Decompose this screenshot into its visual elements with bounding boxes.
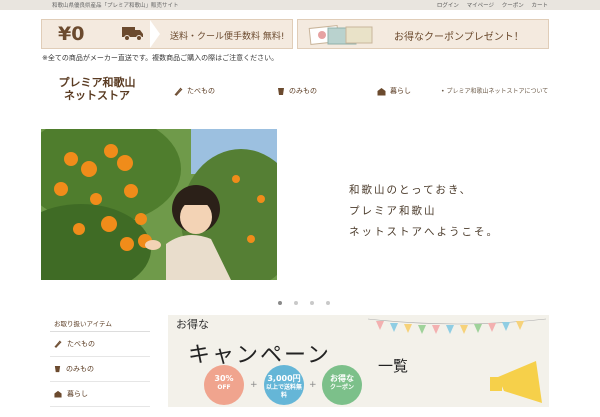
sidebar-item-label: 暮らし — [67, 390, 88, 398]
nav-food[interactable]: たべもの — [174, 86, 215, 96]
login-link[interactable]: ログイン — [437, 3, 459, 9]
nav-about-label: プレミア和歌山ネットストアについて — [446, 88, 549, 95]
plus-sign: + — [309, 380, 317, 390]
slider-dot[interactable] — [326, 301, 331, 305]
sidebar-item-food[interactable]: たべもの — [50, 332, 150, 357]
site-logo[interactable]: プレミア和歌山 ネットストア — [54, 76, 140, 102]
banner-arrow-divider — [150, 20, 160, 48]
campaign-list-text: 一覧 — [378, 357, 409, 375]
nav-drink-label: のみもの — [289, 87, 317, 95]
free-shipping-banner[interactable]: ¥0 送料・クール便手数料 無料! — [41, 19, 293, 49]
truck-icon — [122, 27, 143, 41]
nav-life-label: 暮らし — [390, 87, 411, 95]
free-shipping-badge: 3,000円 以上で送料無料 — [264, 365, 304, 405]
logo-line-1: プレミア和歌山 — [58, 76, 136, 89]
hero-photo-girl-oranges — [41, 129, 277, 280]
free-shipping-text: 送料・クール便手数料 無料! — [170, 32, 285, 42]
free-shipping-amount: ¥0 — [58, 23, 85, 45]
cart-link[interactable]: カート — [531, 3, 548, 9]
hero-line-1: 和歌山のとっておき、 — [349, 184, 473, 196]
free-shipping-badge-label: 以上で送料無料 — [265, 384, 302, 399]
cup-icon — [54, 365, 61, 373]
discount-badge-label: OFF — [217, 384, 231, 391]
slider-dot[interactable] — [310, 301, 315, 305]
campaign-small-text: お得な — [176, 318, 209, 331]
coupon-badge-line-1: お得な — [330, 374, 354, 383]
megaphone-icon — [490, 361, 542, 403]
logo-line-2: ネットストア — [64, 89, 130, 102]
chopsticks-icon — [54, 340, 62, 348]
hero-line-3: ネットストアへようこそ。 — [349, 226, 499, 238]
sidebar-item-drink[interactable]: のみもの — [50, 357, 150, 382]
sidebar-heading: お取り扱いアイテム — [50, 315, 150, 332]
chopsticks-icon — [174, 87, 183, 96]
mypage-link[interactable]: マイページ — [467, 3, 494, 9]
slider-dot[interactable] — [278, 301, 282, 305]
nav-about[interactable]: • プレミア和歌山ネットストアについて — [441, 86, 548, 95]
coupon-banner-text: お得なクーポンプレゼント！ — [394, 32, 524, 43]
top-utility-bar: 和歌山県優良県産品「プレミア和歌山」販売サイト ログイン マイページ クーポン … — [0, 0, 600, 10]
coupon-badge: お得な クーポン — [322, 365, 362, 405]
slider-pagination — [278, 290, 337, 309]
nav-food-label: たべもの — [187, 87, 215, 95]
sidebar-item-label: たべもの — [67, 340, 95, 348]
home-goods-icon — [54, 390, 62, 398]
cup-icon — [278, 87, 284, 95]
item-category-sidebar: お取り扱いアイテム たべもの のみもの 暮らし — [50, 315, 150, 407]
coupon-banner[interactable]: お得なクーポンプレゼント！ — [297, 19, 549, 49]
free-shipping-badge-value: 3,000円 — [267, 374, 301, 383]
coupon-badge-line-2: クーポン — [329, 384, 354, 391]
nav-drink[interactable]: のみもの — [277, 86, 317, 96]
hero-welcome-text: 和歌山のとっておき、 プレミア和歌山 ネットストアへようこそ。 — [349, 180, 499, 243]
discount-badge-value: 30% — [214, 374, 234, 383]
discount-badge: 30% OFF — [204, 365, 244, 405]
hero-slider[interactable]: 和歌山のとっておき、 プレミア和歌山 ネットストアへようこそ。 — [41, 129, 549, 280]
hero-line-2: プレミア和歌山 — [349, 205, 437, 217]
shipping-notice: ※全ての商品がメーカー直送です。複数商品ご購入の際はご注意ください。 — [42, 54, 279, 62]
utility-links: ログイン マイページ クーポン カート — [431, 1, 548, 9]
campaign-title: キャンペーン — [188, 343, 331, 368]
coupon-link[interactable]: クーポン — [502, 3, 524, 9]
sidebar-item-label: のみもの — [66, 365, 94, 373]
nav-life[interactable]: 暮らし — [377, 86, 411, 96]
campaign-banner[interactable]: お得な キャンペーン 一覧 30% OFF + 3,000円 以上で送料無料 +… — [168, 315, 549, 407]
coupon-cards-icon — [308, 25, 373, 45]
slider-dot[interactable] — [294, 301, 299, 305]
site-tagline: 和歌山県優良県産品「プレミア和歌山」販売サイト — [52, 3, 179, 9]
home-goods-icon — [377, 87, 386, 95]
sidebar-item-life[interactable]: 暮らし — [50, 382, 150, 407]
plus-sign: + — [250, 380, 258, 390]
